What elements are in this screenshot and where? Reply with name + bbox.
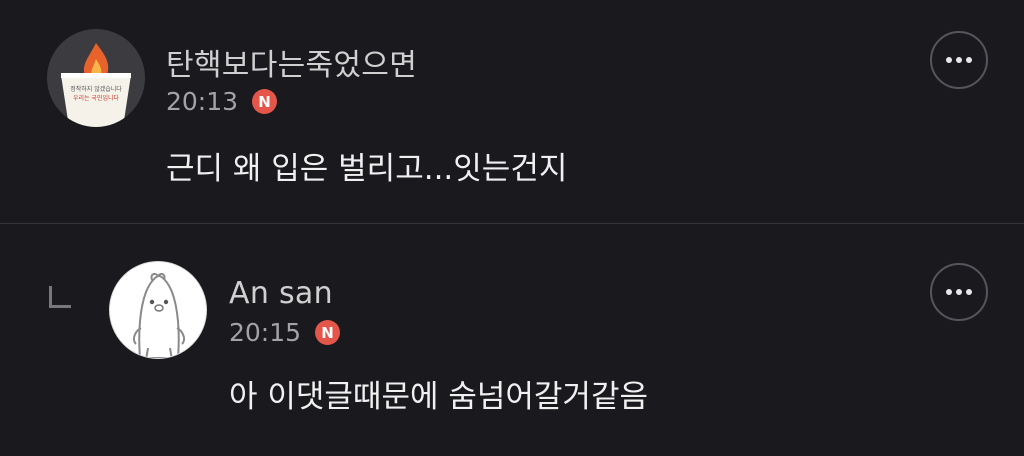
more-options-button[interactable]	[930, 31, 988, 89]
comment-item: 정착하지 않겠습니다 우리는 국민입니다 탄핵보다는죽었으면 20:13 N 근…	[0, 0, 1024, 223]
more-options-button[interactable]	[930, 263, 988, 321]
comment-text: 아 이댓글때문에 숨넘어갈거같음	[229, 379, 648, 415]
reply-comment-item: An san 20:15 N 아 이댓글때문에 숨넘어갈거같음	[0, 224, 1024, 456]
comment-meta: 20:15 N	[229, 318, 341, 347]
avatar[interactable]: 정착하지 않겠습니다 우리는 국민입니다	[47, 29, 145, 127]
avatar[interactable]	[109, 261, 207, 359]
avatar-character-image	[132, 272, 186, 358]
comment-author[interactable]: 탄핵보다는죽었으면	[166, 40, 417, 84]
reply-indent-icon	[49, 286, 71, 308]
comment-time: 20:13	[166, 87, 239, 116]
comment-text: 근디 왜 입은 벌리고...잇는건지	[166, 151, 568, 187]
more-options-icon	[946, 289, 952, 295]
avatar-candle-cup-image: 정착하지 않겠습니다 우리는 국민입니다	[61, 43, 131, 127]
comment-time: 20:15	[229, 318, 302, 347]
new-badge-icon: N	[252, 89, 278, 114]
avatar-caption-2: 우리는 국민입니다	[73, 94, 120, 102]
new-badge-icon: N	[315, 320, 341, 345]
avatar-caption-1: 정착하지 않겠습니다	[70, 85, 122, 93]
comment-author[interactable]: An san	[229, 276, 333, 311]
comment-meta: 20:13 N	[166, 87, 278, 116]
more-options-icon	[946, 57, 952, 63]
